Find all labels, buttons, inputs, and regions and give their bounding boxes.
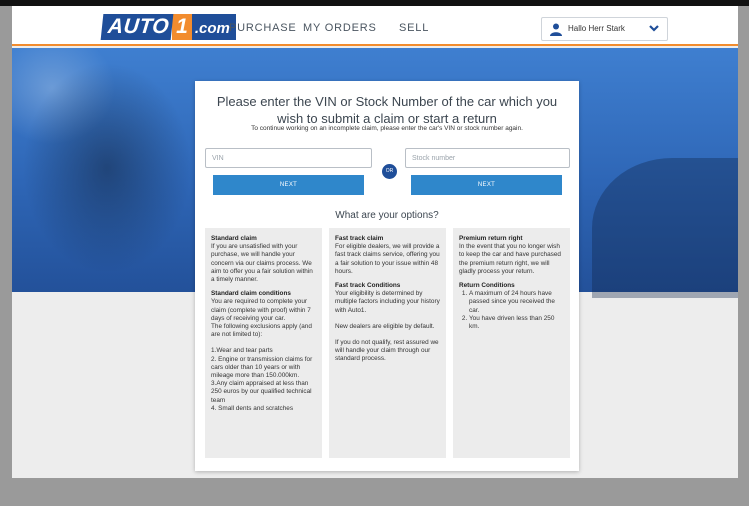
user-icon [550,23,562,36]
user-greeting: Hallo Herr Stark [568,24,625,33]
nav-my-orders[interactable]: MY ORDERS [303,6,377,46]
exclusion-item: 4. Small dents and scratches [211,404,294,412]
standard-exclusions-intro: The following exclusions apply (and are … [211,323,312,339]
claim-card: Please enter the VIN or Stock Number of … [195,81,579,471]
car-interior-shape [592,158,738,298]
standard-conditions-text: You are required to complete your claim … [211,298,311,322]
auto1-logo[interactable]: AUTO 1 .com [100,14,236,40]
fast-track-conditions-text: Your eligibility is determined by multip… [335,290,440,314]
fast-track-text: For eligible dealers, we will provide a … [335,243,440,275]
exclusion-item: 2. Engine or transmission claims for car… [211,355,313,380]
return-conditions-list: A maximum of 24 hours have passed since … [459,290,564,331]
vin-next-button[interactable]: NEXT [213,175,364,195]
fast-track-new-dealers: New dealers are eligible by default. [335,322,435,330]
site-header: AUTO 1 .com PURCHASE MY ORDERS SELL Hall… [12,6,738,46]
fast-track-not-qualify: If you do not qualify, rest assured we w… [335,339,439,363]
logo-one-text: 1 [172,14,192,40]
stock-number-input[interactable]: Stock number [405,148,570,168]
standard-conditions-title: Standard claim conditions [211,290,291,298]
standard-claim-text: If you are unsatisfied with your purchas… [211,243,313,284]
chevron-down-icon [649,25,659,32]
nav-sell[interactable]: SELL [399,6,429,46]
nav-purchase[interactable]: PURCHASE [229,6,297,46]
standard-claim-panel: Standard claim If you are unsatisfied wi… [205,228,322,458]
vin-input[interactable]: VIN [205,148,372,168]
fast-track-title: Fast track claim [335,235,384,242]
options-heading: What are your options? [335,210,439,221]
page-title: Please enter the VIN or Stock Number of … [216,94,558,126]
premium-return-text: In the event that you no longer wish to … [459,243,561,275]
premium-return-title: Premium return right [459,235,523,242]
exclusion-item: 1.Wear and tear parts [211,347,273,355]
logo-auto-text: AUTO [100,14,174,40]
fast-track-conditions-title: Fast track Conditions [335,282,401,290]
browser-viewport: AUTO 1 .com PURCHASE MY ORDERS SELL Hall… [12,6,738,478]
or-badge: OR [382,164,397,179]
exclusion-item: 3.Any claim appraised at less than 250 e… [211,380,312,404]
fast-track-panel: Fast track claim For eligible dealers, w… [329,228,446,458]
user-menu-dropdown[interactable]: Hallo Herr Stark [541,17,668,41]
return-conditions-title: Return Conditions [459,282,515,290]
page-subtitle: To continue working on an incomplete cla… [251,125,523,132]
return-condition-item: A maximum of 24 hours have passed since … [469,290,564,315]
premium-return-panel: Premium return right In the event that y… [453,228,570,458]
stock-next-button[interactable]: NEXT [411,175,562,195]
return-condition-item: You have driven less than 250 km. [469,315,564,331]
standard-claim-title: Standard claim [211,235,257,242]
